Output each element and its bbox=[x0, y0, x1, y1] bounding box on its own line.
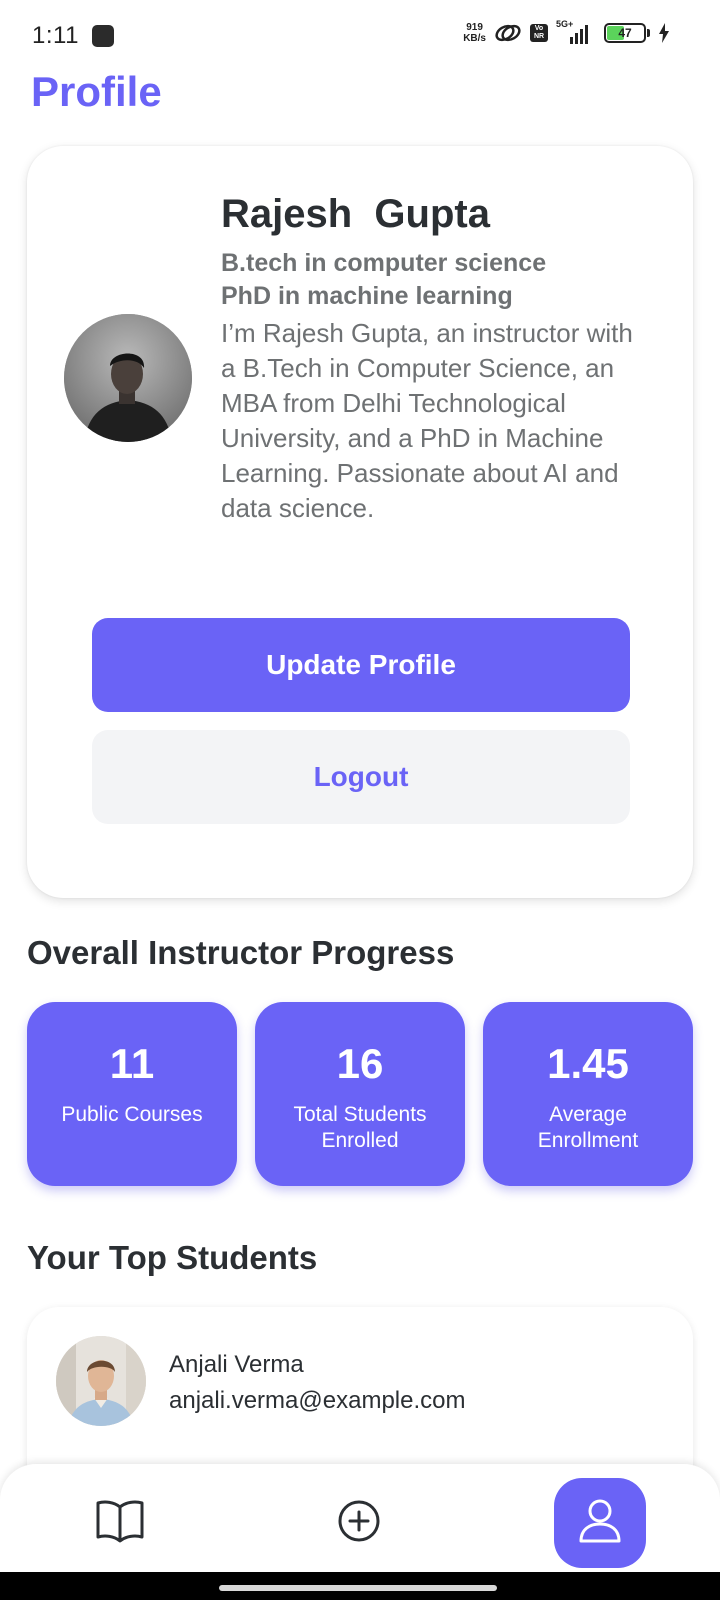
bottom-navigation bbox=[0, 1464, 720, 1572]
stat-value: 16 bbox=[336, 1040, 384, 1087]
student-name: Anjali Verma bbox=[169, 1351, 304, 1378]
profile-card: Rajesh Gupta B.tech in computer science … bbox=[27, 146, 693, 898]
profile-degree-bachelor: B.tech in computer science bbox=[221, 249, 547, 277]
signal-icon: 5G+ bbox=[556, 19, 596, 44]
page-title: Profile bbox=[31, 68, 162, 115]
avatar[interactable] bbox=[64, 314, 192, 442]
status-bar: 1:11 919 KB/s Vo NR 5G+ 47 bbox=[0, 0, 720, 72]
user-icon bbox=[576, 1496, 624, 1551]
stat-value: 1.45 bbox=[547, 1040, 629, 1087]
book-icon bbox=[95, 1499, 145, 1548]
student-email: anjali.verma@example.com bbox=[169, 1387, 466, 1414]
progress-heading: Overall Instructor Progress bbox=[27, 934, 455, 971]
stat-card-public-courses[interactable]: 11 Public Courses bbox=[27, 1002, 237, 1186]
student-avatar bbox=[56, 1336, 146, 1426]
battery-icon: 47 bbox=[604, 23, 650, 43]
nav-item-profile[interactable] bbox=[554, 1478, 646, 1568]
stat-label: Average Enrollment bbox=[537, 1103, 639, 1152]
stat-label: Total Students Enrolled bbox=[293, 1103, 427, 1152]
profile-degree-phd: PhD in machine learning bbox=[221, 282, 513, 310]
top-students-heading: Your Top Students bbox=[27, 1239, 318, 1276]
status-indicators: 919 KB/s Vo NR 5G+ 47 bbox=[463, 19, 670, 44]
plus-circle-icon bbox=[336, 1498, 382, 1549]
nav-item-courses[interactable] bbox=[74, 1478, 166, 1568]
status-time: 1:11 bbox=[32, 22, 79, 49]
profile-bio: I’m Rajesh Gupta, an instructor with a B… bbox=[221, 318, 633, 523]
nav-item-add[interactable] bbox=[313, 1478, 405, 1568]
logout-button[interactable]: Logout bbox=[92, 730, 630, 824]
home-indicator[interactable] bbox=[219, 1585, 497, 1591]
stats-row: 11 Public Courses 16 Total Students Enro… bbox=[27, 1002, 693, 1186]
profile-name: Rajesh Gupta bbox=[221, 192, 490, 236]
charging-icon bbox=[658, 23, 670, 43]
stat-card-average-enrollment[interactable]: 1.45 Average Enrollment bbox=[483, 1002, 693, 1186]
link-icon bbox=[494, 22, 522, 44]
network-speed: 919 KB/s bbox=[463, 22, 486, 44]
volte-icon: Vo NR bbox=[530, 24, 548, 42]
app-notification-icon bbox=[92, 25, 114, 47]
stat-card-total-students[interactable]: 16 Total Students Enrolled bbox=[255, 1002, 465, 1186]
update-profile-button[interactable]: Update Profile bbox=[92, 618, 630, 712]
stat-value: 11 bbox=[109, 1040, 155, 1087]
stat-label: Public Courses bbox=[61, 1103, 203, 1126]
